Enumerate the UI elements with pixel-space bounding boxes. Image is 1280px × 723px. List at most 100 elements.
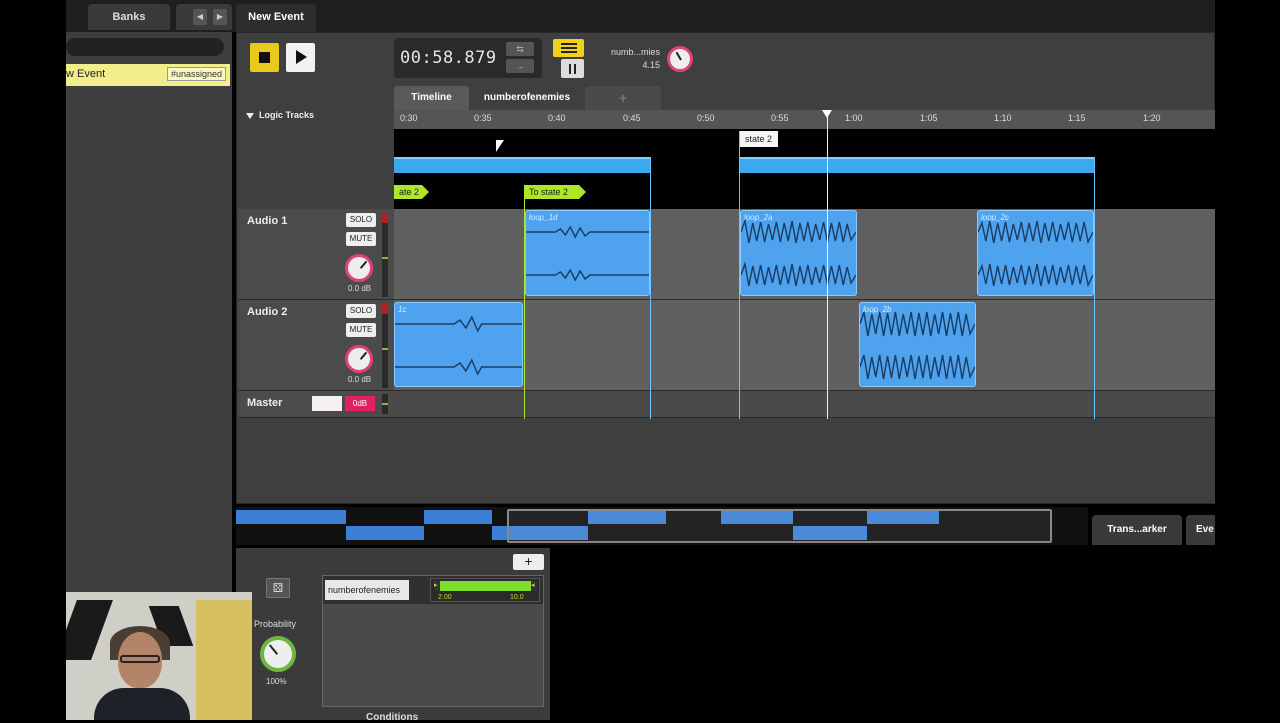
ruler-tick: 0:35 [474, 113, 492, 123]
ruler-tick: 0:45 [623, 113, 641, 123]
webcam-overlay [66, 592, 252, 720]
parameter-value: 4.15 [642, 60, 660, 70]
volume-knob[interactable] [345, 345, 373, 373]
tab-banks[interactable]: Banks [88, 4, 170, 30]
volume-knob[interactable] [345, 254, 373, 282]
stop-button[interactable] [250, 43, 279, 72]
playhead-handle[interactable] [822, 110, 832, 118]
editor-empty-area [238, 419, 1215, 503]
master-volume-readout[interactable]: 0dB [345, 396, 375, 411]
ruler-tick: 1:05 [920, 113, 938, 123]
parameter-knob[interactable] [667, 46, 693, 72]
add-condition-button[interactable]: + [513, 554, 544, 570]
overview-clip [236, 510, 346, 524]
waveform [978, 263, 1093, 288]
waveform [860, 311, 975, 337]
follow-playhead-button[interactable]: → [506, 59, 534, 73]
add-parameter-tab-button[interactable]: + [585, 86, 661, 110]
condition-parameter-name: numberofenemies [325, 580, 409, 600]
play-button[interactable] [286, 43, 315, 72]
volume-readout: 0.0 dB [348, 375, 372, 384]
ruler-tick: 1:00 [845, 113, 863, 123]
mute-button[interactable]: MUTE [346, 323, 376, 337]
audio-clip[interactable]: loop_1d [525, 210, 650, 296]
pause-button[interactable] [561, 59, 584, 78]
browser-search-input[interactable] [66, 38, 224, 56]
track-lane-master[interactable] [394, 391, 1215, 418]
tab-numberofenemies[interactable]: numberofenemies [474, 86, 580, 110]
transition-marker[interactable]: To state 2 [524, 185, 586, 199]
track-name: Audio 2 [247, 306, 288, 318]
event-list-item[interactable]: w Event #unassigned [66, 64, 230, 86]
loop-region[interactable] [739, 157, 1095, 173]
range-max-handle[interactable]: ◂ [531, 581, 537, 591]
tab-timeline[interactable]: Timeline [394, 86, 469, 110]
event-macros-button[interactable] [553, 39, 584, 57]
audio-clip[interactable]: loop_2b [859, 302, 976, 387]
loop-end-line [1094, 157, 1095, 419]
playhead[interactable] [827, 112, 828, 419]
range-fill [439, 581, 535, 591]
destination-marker[interactable]: ate 2 [394, 185, 429, 199]
range-min-value: 2.00 [438, 594, 452, 601]
left-margin [0, 0, 66, 720]
play-icon [296, 50, 307, 64]
solo-button[interactable]: SOLO [346, 213, 376, 227]
knob-pointer [675, 51, 682, 61]
loop-start-line [739, 131, 740, 419]
probability-label: Probability [254, 619, 297, 629]
waveform [741, 218, 856, 244]
overview-clip [346, 526, 424, 540]
waveform [395, 358, 522, 376]
probability-knob[interactable] [260, 636, 296, 672]
waveform [395, 315, 522, 333]
ruler-tick: 0:30 [400, 113, 418, 123]
overview-viewport[interactable] [507, 509, 1052, 543]
probability-value: 100% [266, 677, 287, 686]
logic-tracks-header[interactable]: Logic Tracks [246, 110, 314, 120]
audio-clip[interactable]: 1c [394, 302, 523, 387]
audio-clip[interactable]: loop_2c [977, 210, 1094, 296]
logic-tracks-label: Logic Tracks [259, 110, 315, 120]
ruler-tick: 1:10 [994, 113, 1012, 123]
track-header-audio-1[interactable]: Audio 1 SOLO MUTE 0.0 dB [238, 209, 394, 300]
loop-icon: ⇆ [516, 44, 524, 54]
mouse-cursor-icon [496, 140, 504, 152]
audio-clip[interactable]: loop_2a [740, 210, 857, 296]
loop-region[interactable] [394, 157, 650, 173]
ruler-tick: 0:50 [697, 113, 715, 123]
tab-transition-marker[interactable]: Trans...arker [1092, 515, 1182, 545]
track-header-master[interactable]: Master 0dB [238, 391, 394, 418]
event-name: w Event [66, 68, 106, 80]
ruler-tick: 1:20 [1143, 113, 1161, 123]
arrow-right-icon: → [515, 61, 525, 71]
random-icon[interactable]: ⚄ [266, 578, 290, 598]
range-min-handle[interactable]: ▸ [434, 581, 440, 591]
nav-prev-button[interactable]: ◀ [193, 9, 207, 25]
browser-nav: ◀ ▶ [176, 4, 232, 30]
ruler-tick: 0:55 [771, 113, 789, 123]
event-bank-tag: #unassigned [166, 67, 226, 81]
list-icon [561, 43, 577, 45]
fmod-studio-window: Banks ◀ ▶ w Event #unassigned New Event … [0, 0, 1280, 723]
nav-next-button[interactable]: ▶ [213, 9, 227, 25]
tab-event[interactable]: Eve [1186, 515, 1215, 545]
destination-marker-state-2[interactable]: state 2 [739, 131, 779, 147]
level-meter [382, 304, 388, 388]
ruler-tick: 1:15 [1068, 113, 1086, 123]
time-ruler[interactable]: 0:30 0:35 0:40 0:45 0:50 0:55 1:00 1:05 … [394, 110, 1215, 129]
master-fader-bar[interactable] [312, 396, 342, 411]
mute-button[interactable]: MUTE [346, 232, 376, 246]
time-readout: 00:58.879 [400, 48, 497, 68]
waveform [978, 220, 1093, 245]
waveform [526, 225, 649, 239]
collapse-triangle-icon [246, 112, 254, 119]
time-format-button[interactable]: ⇆ [506, 42, 534, 56]
track-header-audio-2[interactable]: Audio 2 SOLO MUTE 0.0 dB [238, 300, 394, 391]
right-margin [1215, 0, 1280, 720]
knob-pointer [359, 260, 368, 269]
tab-new-event[interactable]: New Event [236, 4, 316, 32]
track-name: Master [247, 397, 283, 409]
solo-button[interactable]: SOLO [346, 304, 376, 318]
ruler-tick: 0:40 [548, 113, 566, 123]
